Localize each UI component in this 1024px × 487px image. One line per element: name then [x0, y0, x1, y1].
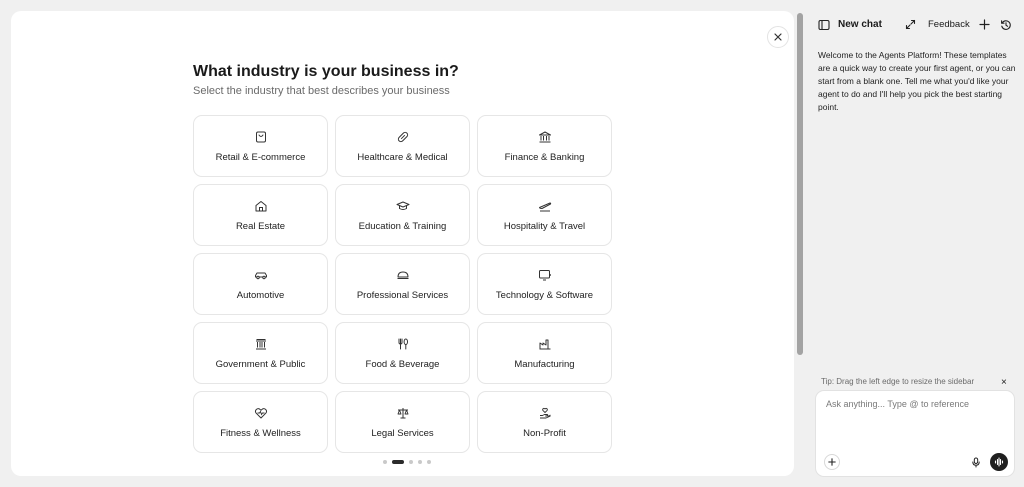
close-icon [774, 33, 782, 41]
industry-card-legal[interactable]: Legal Services [335, 391, 470, 453]
microphone-icon[interactable] [971, 457, 981, 468]
sidebar-toggle-icon[interactable] [818, 19, 830, 31]
page-dot-4[interactable] [418, 460, 422, 464]
page-subtitle: Select the industry that best describes … [193, 85, 450, 97]
industry-card-professional[interactable]: Professional Services [335, 253, 470, 315]
page-dot-1[interactable] [383, 460, 387, 464]
scrollbar[interactable] [796, 11, 804, 476]
page-dot-3[interactable] [409, 460, 413, 464]
history-icon[interactable] [1000, 19, 1012, 31]
briefcase-icon [397, 271, 408, 279]
shopping-bag-icon [255, 131, 266, 142]
industry-modal: What industry is your business in? Selec… [11, 11, 794, 476]
plus-icon [828, 458, 836, 466]
industry-label: Government & Public [215, 358, 306, 370]
industry-grid: Retail & E-commerce Healthcare & Medical… [193, 115, 613, 453]
car-icon [254, 272, 267, 279]
industry-card-retail[interactable]: Retail & E-commerce [193, 115, 328, 177]
expand-icon[interactable] [905, 19, 916, 30]
industry-label: Professional Services [356, 289, 449, 301]
voice-mode-button[interactable] [990, 453, 1008, 471]
welcome-message: Welcome to the Agents Platform! These te… [818, 50, 1016, 112]
chat-input[interactable] [826, 399, 1006, 409]
industry-card-non-profit[interactable]: Non-Profit [477, 391, 612, 453]
industry-label: Technology & Software [495, 289, 594, 301]
industry-card-fitness[interactable]: Fitness & Wellness [193, 391, 328, 453]
plus-icon[interactable] [979, 19, 990, 30]
industry-label: Legal Services [371, 427, 434, 439]
chat-composer [815, 390, 1015, 477]
page-title: What industry is your business in? [193, 63, 459, 80]
landmark-icon [255, 338, 266, 349]
industry-label: Fitness & Wellness [220, 427, 301, 439]
plane-icon [538, 202, 551, 211]
industry-card-hospitality[interactable]: Hospitality & Travel [477, 184, 612, 246]
new-chat-label[interactable]: New chat [838, 19, 882, 30]
assistant-sidebar: New chat Feedback Welcome to the Agents … [806, 0, 1024, 487]
attach-button[interactable] [824, 454, 840, 470]
scale-icon [397, 407, 408, 418]
pagination-dots [383, 460, 431, 464]
house-icon [255, 200, 266, 211]
dismiss-tip-button[interactable]: × [1001, 378, 1007, 388]
industry-label: Manufacturing [514, 358, 575, 370]
page-dot-2[interactable] [392, 460, 404, 464]
industry-label: Healthcare & Medical [357, 151, 448, 163]
feedback-button[interactable]: Feedback [928, 19, 970, 30]
industry-card-food[interactable]: Food & Beverage [335, 322, 470, 384]
industry-label: Finance & Banking [504, 151, 585, 163]
industry-label: Education & Training [358, 220, 447, 232]
industry-card-finance[interactable]: Finance & Banking [477, 115, 612, 177]
industry-label: Hospitality & Travel [503, 220, 586, 232]
bank-icon [538, 131, 551, 142]
utensils-icon [398, 338, 408, 349]
industry-card-automotive[interactable]: Automotive [193, 253, 328, 315]
industry-card-government[interactable]: Government & Public [193, 322, 328, 384]
factory-icon [539, 339, 550, 349]
industry-label: Retail & E-commerce [215, 151, 306, 163]
close-button[interactable] [767, 26, 789, 48]
industry-label: Automotive [236, 289, 285, 301]
monitor-icon [538, 269, 551, 280]
sidebar-header: New chat Feedback [806, 17, 1024, 35]
industry-card-real-estate[interactable]: Real Estate [193, 184, 328, 246]
industry-card-technology[interactable]: Technology & Software [477, 253, 612, 315]
page-dot-5[interactable] [427, 460, 431, 464]
hand-heart-icon [539, 407, 551, 418]
industry-label: Food & Beverage [365, 358, 440, 370]
waveform-icon [994, 457, 1004, 467]
industry-card-manufacturing[interactable]: Manufacturing [477, 322, 612, 384]
heart-pulse-icon [254, 407, 267, 418]
industry-card-education[interactable]: Education & Training [335, 184, 470, 246]
graduation-cap-icon [396, 201, 409, 210]
pill-icon [397, 131, 408, 142]
industry-label: Non-Profit [523, 427, 566, 439]
industry-card-healthcare[interactable]: Healthcare & Medical [335, 115, 470, 177]
industry-label: Real Estate [235, 220, 286, 232]
scrollbar-thumb[interactable] [797, 13, 803, 355]
resize-tip: Tip: Drag the left edge to resize the si… [821, 377, 975, 386]
